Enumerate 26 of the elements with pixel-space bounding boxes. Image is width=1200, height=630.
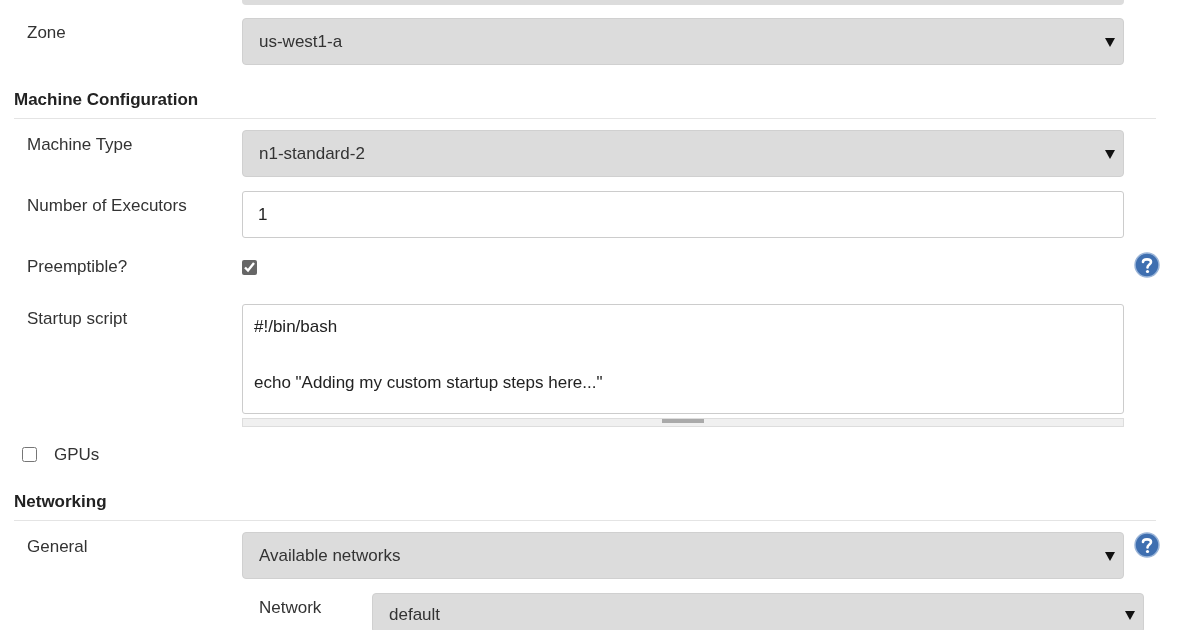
caret-icon (1105, 148, 1115, 159)
field-label: Network (259, 597, 323, 618)
text-field[interactable]: 1 (242, 191, 1124, 238)
section-heading: Networking (14, 484, 1156, 521)
select-field[interactable]: us-west1-a (242, 18, 1124, 65)
field-label: Number of Executors (26, 195, 188, 216)
field-label: General (26, 536, 89, 557)
select-field[interactable] (242, 0, 1124, 5)
script-field[interactable]: #!/bin/bash echo "Adding my custom startup steps here..." (242, 303, 1124, 414)
select-field[interactable]: default (372, 593, 1144, 630)
select-field[interactable]: n1-standard-2 (242, 130, 1124, 177)
field-label: Machine Type (26, 134, 134, 155)
field-label: Zone (26, 22, 67, 43)
checkbox[interactable] (22, 446, 37, 462)
select-field[interactable]: Available networks (242, 532, 1124, 579)
field-label: Preemptible? (26, 256, 129, 277)
caret-icon (1125, 610, 1135, 620)
caret-icon (1105, 36, 1115, 47)
resize-handle[interactable] (242, 417, 1124, 427)
checkbox[interactable] (242, 260, 257, 275)
section-heading: Machine Configuration (14, 82, 1156, 119)
help-icon[interactable] (1134, 252, 1160, 278)
help-icon[interactable] (1134, 532, 1160, 558)
checkbox-label: GPUs (54, 443, 100, 466)
caret-icon (1105, 550, 1115, 561)
field-label: Startup script (26, 307, 129, 329)
